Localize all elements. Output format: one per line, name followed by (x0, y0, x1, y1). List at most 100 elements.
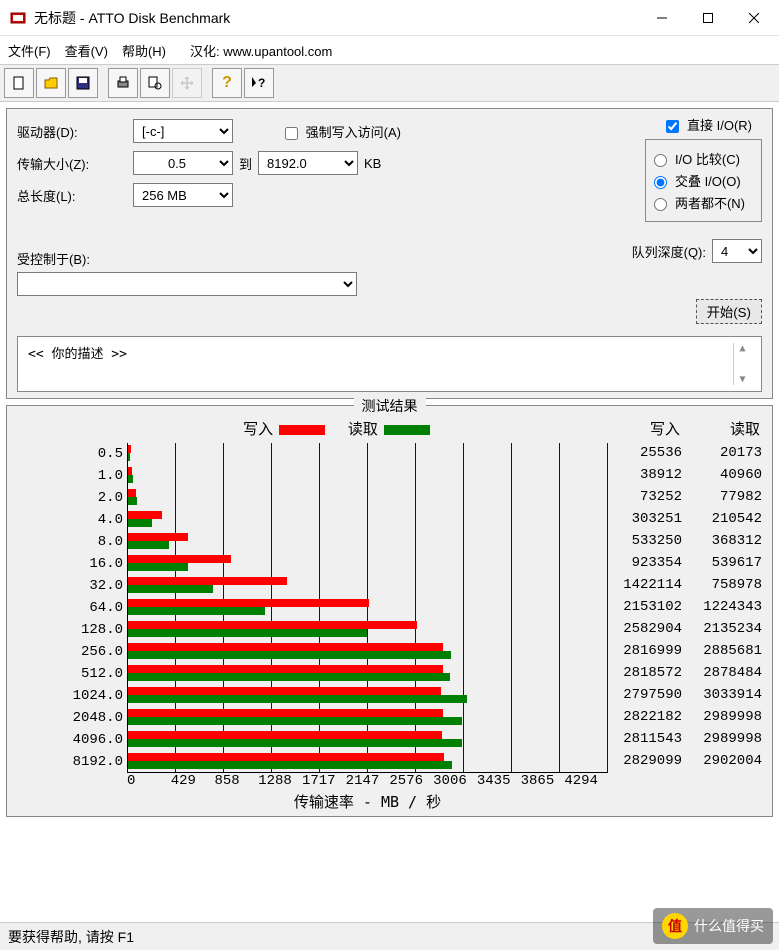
menu-view[interactable]: 查看(V) (65, 41, 108, 60)
bar-pair (128, 663, 608, 685)
chart-legend: 写入 读取 (71, 414, 608, 443)
read-value: 2989998 (688, 709, 768, 731)
read-bar (128, 497, 137, 505)
radio-io-compare[interactable]: I/O 比较(C) (654, 149, 745, 168)
help-icon[interactable]: ? (212, 68, 242, 98)
read-value: 20173 (688, 445, 768, 467)
write-value: 2797590 (608, 687, 688, 709)
write-value: 923354 (608, 555, 688, 577)
data-row: 21531021224343 (608, 599, 768, 621)
read-value: 1224343 (688, 599, 768, 621)
start-button[interactable]: 开始(S) (696, 299, 762, 324)
data-row: 28169992885681 (608, 643, 768, 665)
x-tick: 3865 (521, 773, 565, 789)
write-value: 2816999 (608, 643, 688, 665)
save-icon[interactable] (68, 68, 98, 98)
bar-pair (128, 685, 608, 707)
bar-pair (128, 509, 608, 531)
read-bar (128, 651, 451, 659)
write-bar (128, 731, 442, 739)
data-row: 28290992902004 (608, 753, 768, 775)
menu-help[interactable]: 帮助(H) (122, 41, 166, 60)
description-box[interactable]: << 你的描述 >> ▲▼ (17, 336, 762, 392)
new-icon[interactable] (4, 68, 34, 98)
bar-pair (128, 443, 608, 465)
transfer-from-select[interactable]: 0.5 (133, 151, 233, 175)
transfer-to-select[interactable]: 8192.0 (258, 151, 358, 175)
force-write-checkbox[interactable]: 强制写入访问(A) (285, 122, 401, 141)
y-tick: 2048.0 (71, 707, 127, 729)
queue-depth-row: 队列深度(Q): 4 (632, 239, 762, 263)
write-value: 2582904 (608, 621, 688, 643)
watermark-icon: 值 (662, 913, 688, 939)
preview-icon[interactable] (140, 68, 170, 98)
menu-file[interactable]: 文件(F) (8, 41, 51, 60)
open-icon[interactable] (36, 68, 66, 98)
write-value: 2818572 (608, 665, 688, 687)
length-select[interactable]: 256 MB (133, 183, 233, 207)
read-value: 210542 (688, 511, 768, 533)
minimize-button[interactable] (639, 2, 685, 34)
maximize-button[interactable] (685, 2, 731, 34)
queue-depth-select[interactable]: 4 (712, 239, 762, 263)
chart-area: 写入 读取 0.51.02.04.08.016.032.064.0128.025… (11, 414, 608, 812)
bar-pair (128, 575, 608, 597)
write-bar (128, 467, 132, 475)
write-value: 25536 (608, 445, 688, 467)
col-write-header: 写入 (608, 418, 688, 439)
close-button[interactable] (731, 2, 777, 34)
drive-select[interactable]: [-c-] (133, 119, 233, 143)
transfer-size-label: 传输大小(Z): (17, 154, 127, 173)
x-tick: 429 (171, 773, 215, 789)
read-bar (128, 519, 152, 527)
write-bar (128, 709, 443, 717)
y-tick: 128.0 (71, 619, 127, 641)
read-value: 2989998 (688, 731, 768, 753)
radio-neither[interactable]: 两者都不(N) (654, 193, 745, 212)
legend-read-label: 读取 (348, 421, 378, 438)
whatsthis-icon[interactable]: ? (244, 68, 274, 98)
unit-label: KB (364, 156, 381, 171)
scrollbar[interactable]: ▲▼ (733, 343, 751, 385)
data-row: 28221822989998 (608, 709, 768, 731)
read-bar (128, 673, 450, 681)
y-tick: 1024.0 (71, 685, 127, 707)
data-row: 28115432989998 (608, 731, 768, 753)
menu-credits: 汉化: www.upantool.com (190, 41, 332, 60)
write-value: 73252 (608, 489, 688, 511)
write-bar (128, 665, 443, 673)
read-value: 77982 (688, 489, 768, 511)
watermark: 值 什么值得买 (653, 908, 773, 944)
write-bar (128, 511, 162, 519)
watermark-text: 什么值得买 (694, 916, 764, 936)
direct-io-checkbox[interactable]: 直接 I/O(R) (666, 115, 752, 134)
bar-pair (128, 707, 608, 729)
read-bar (128, 761, 452, 769)
length-label: 总长度(L): (17, 186, 127, 205)
y-tick: 4096.0 (71, 729, 127, 751)
read-value: 3033914 (688, 687, 768, 709)
read-bar (128, 695, 467, 703)
write-bar (128, 489, 136, 497)
move-icon[interactable] (172, 68, 202, 98)
x-tick: 1717 (302, 773, 346, 789)
read-value: 758978 (688, 577, 768, 599)
controlled-by-select[interactable] (17, 272, 357, 296)
data-row: 7325277982 (608, 489, 768, 511)
title-bar: 无标题 - ATTO Disk Benchmark (0, 0, 779, 36)
data-row: 3891240960 (608, 467, 768, 489)
x-tick: 3006 (433, 773, 477, 789)
data-row: 303251210542 (608, 511, 768, 533)
x-axis-label: 传输速率 - MB / 秒 (71, 789, 608, 812)
menu-bar: 文件(F) 查看(V) 帮助(H) 汉化: www.upantool.com (0, 36, 779, 64)
write-bar (128, 599, 369, 607)
bar-pair (128, 729, 608, 751)
print-icon[interactable] (108, 68, 138, 98)
x-tick: 3435 (477, 773, 521, 789)
data-row: 27975903033914 (608, 687, 768, 709)
y-tick: 4.0 (71, 509, 127, 531)
y-tick: 32.0 (71, 575, 127, 597)
read-bar (128, 453, 130, 461)
bar-pair (128, 531, 608, 553)
radio-overlap-io[interactable]: 交叠 I/O(O) (654, 171, 745, 190)
